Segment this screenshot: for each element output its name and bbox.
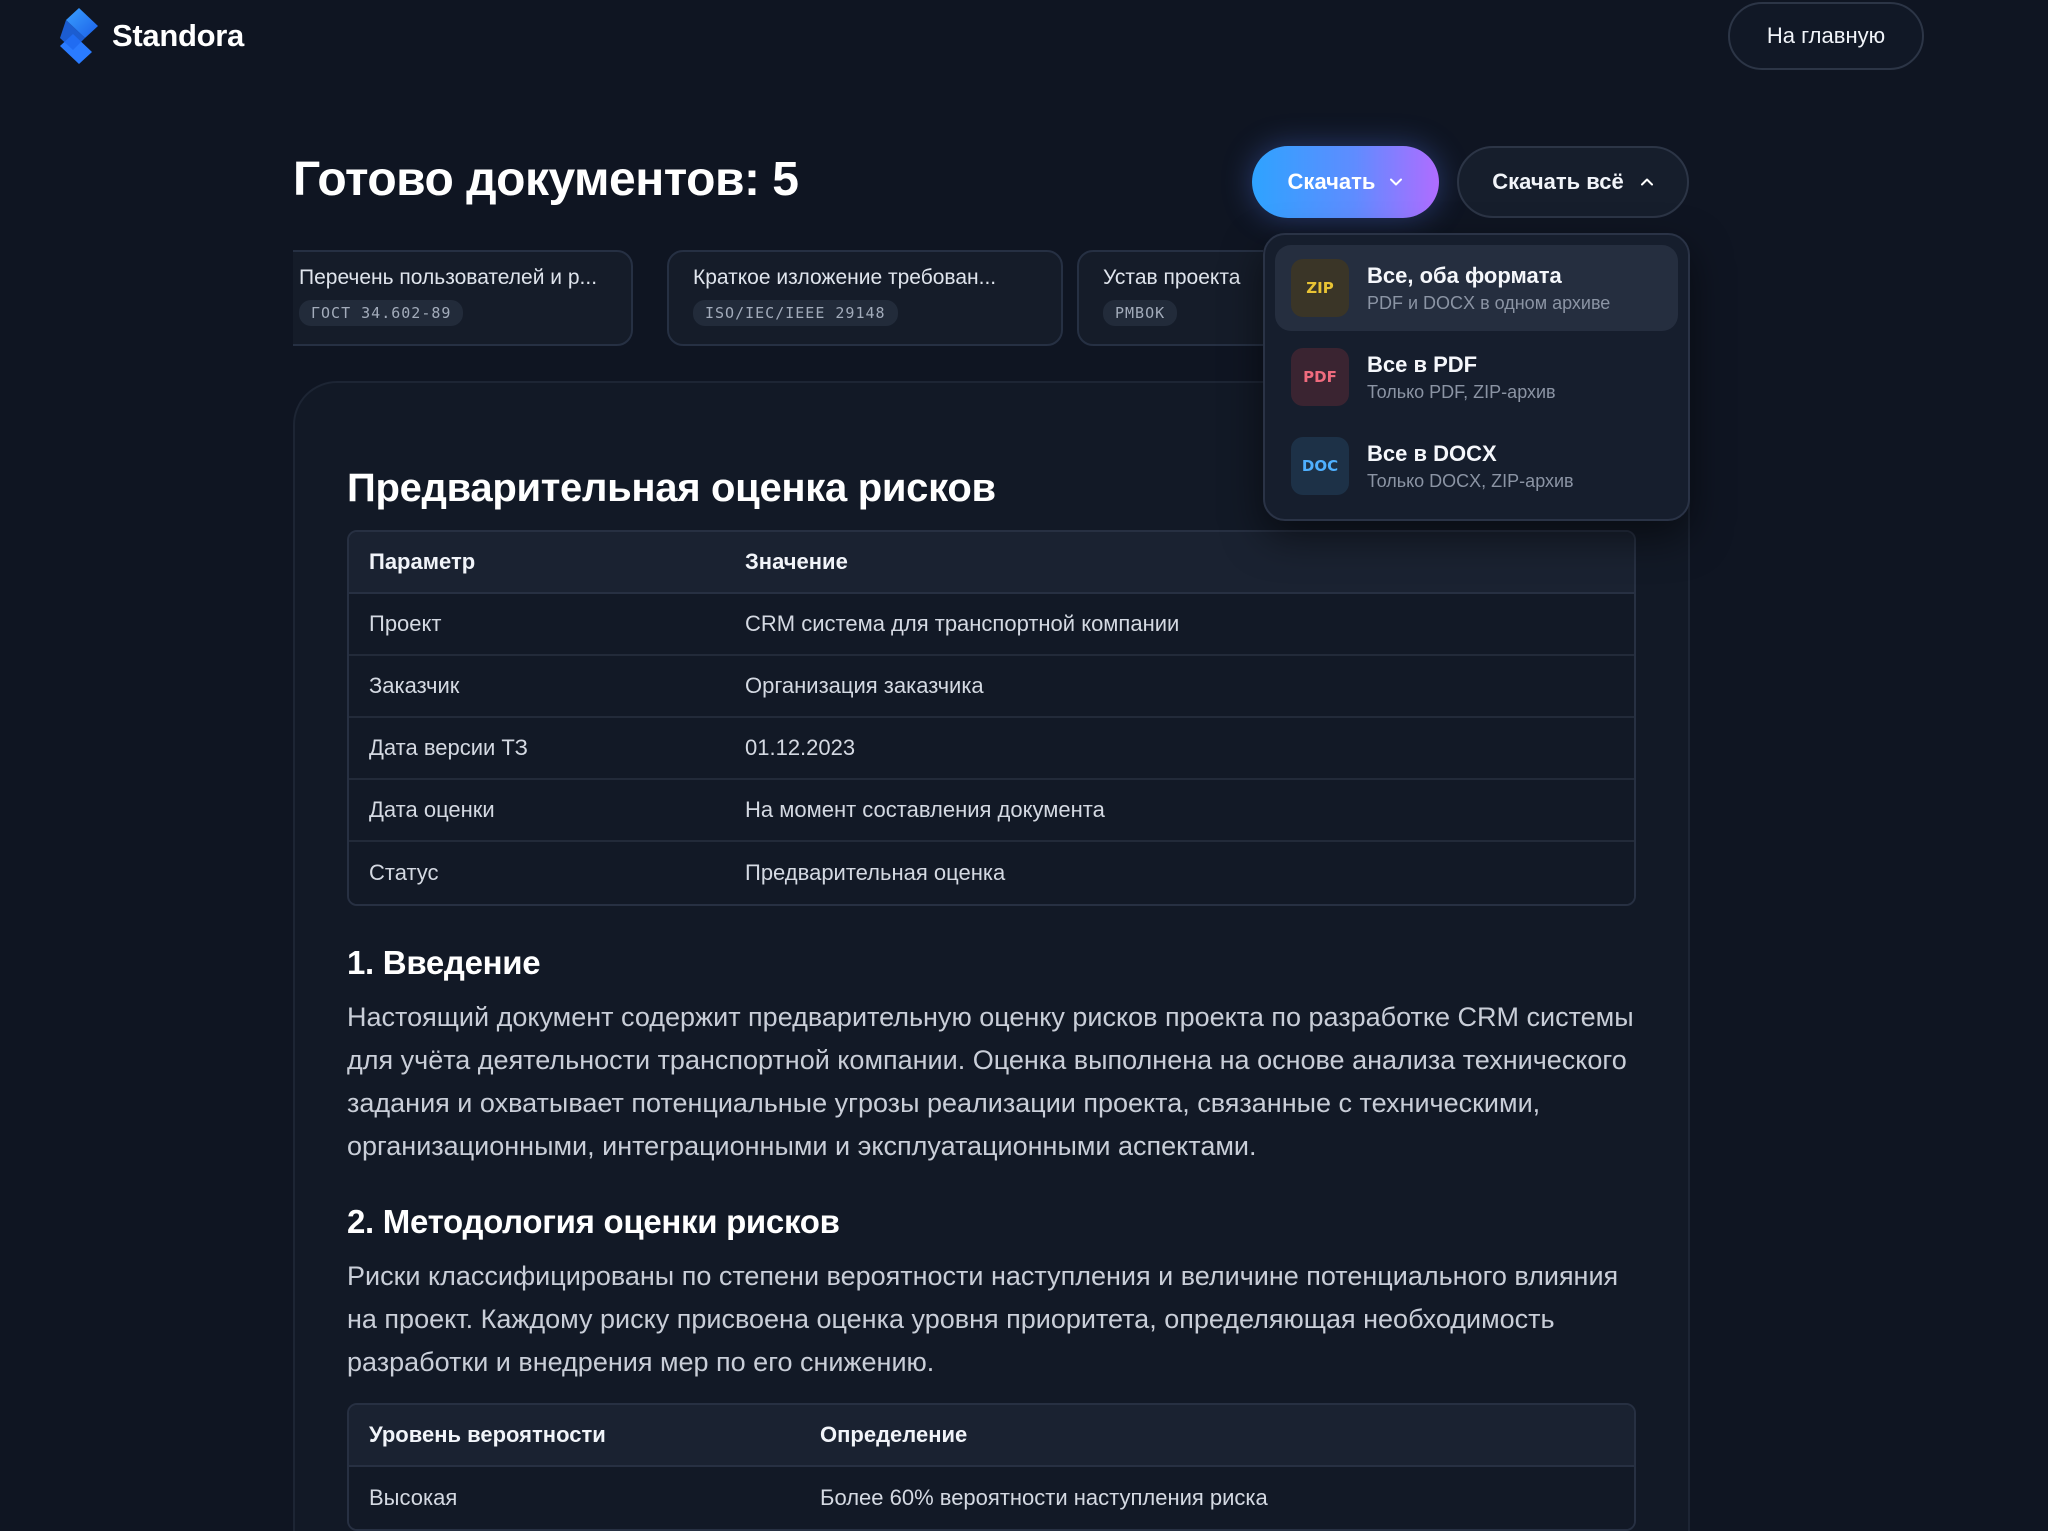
table-cell: Заказчик xyxy=(349,656,725,718)
section-text-intro: Настоящий документ содержит предваритель… xyxy=(347,1002,1634,1161)
table-cell: Дата оценки xyxy=(349,780,725,842)
doc-tab-requirements[interactable]: Краткое изложение требован... ISO/IEC/IE… xyxy=(667,250,1063,346)
pdf-icon: PDF xyxy=(1291,348,1349,406)
doc-tab-badge: ГОСТ 34.602-89 xyxy=(299,300,464,326)
menu-item-all-formats[interactable]: ZIP Все, оба формата PDF и DOCX в одном … xyxy=(1275,245,1678,331)
table-cell: 01.12.2023 xyxy=(725,718,1634,780)
section-heading-methodology: 2. Методология оценки рисков xyxy=(347,1203,840,1240)
home-button[interactable]: На главную xyxy=(1728,2,1924,70)
download-button[interactable]: Скачать xyxy=(1252,146,1439,218)
chevron-down-icon xyxy=(1390,178,1403,186)
menu-item-title: Все в PDF xyxy=(1367,351,1478,377)
table-row: Статус Предварительная оценка xyxy=(349,842,1634,904)
table-cell: Высокая xyxy=(349,1467,800,1529)
download-all-menu: ZIP Все, оба формата PDF и DOCX в одном … xyxy=(1263,233,1690,521)
doc-tab-badge: ISO/IEC/IEEE 29148 xyxy=(693,300,898,326)
section-text-methodology: Риски классифицированы по степени вероят… xyxy=(347,1261,1619,1377)
brand-logo[interactable]: Standora xyxy=(58,8,244,64)
logo-icon xyxy=(60,8,98,64)
table-cell: CRM система для транспортной компании xyxy=(725,594,1634,656)
top-bar: Standora На главную xyxy=(0,0,2048,80)
section-heading-intro: 1. Введение xyxy=(347,944,541,981)
table-row: Заказчик Организация заказчика xyxy=(349,656,1634,718)
column-header: Уровень вероятности xyxy=(349,1405,800,1467)
table-row: Дата оценки На момент составления докуме… xyxy=(349,780,1634,842)
table-row: Высокая Более 60% вероятности наступлени… xyxy=(349,1467,1634,1529)
chevron-up-icon xyxy=(1640,178,1653,186)
brand-name: Standora xyxy=(112,18,244,53)
menu-item-title: Все в DOCX xyxy=(1367,440,1497,466)
doc-tab-title: Перечень пользователей и р... xyxy=(299,266,598,289)
doc-icon: DOC xyxy=(1291,437,1349,495)
table-row: Дата версии ТЗ 01.12.2023 xyxy=(349,718,1634,780)
menu-item-all-pdf[interactable]: PDF Все в PDF Только PDF, ZIP-архив xyxy=(1275,334,1678,420)
menu-item-subtitle: PDF и DOCX в одном архиве xyxy=(1367,292,1611,313)
menu-item-subtitle: Только PDF, ZIP-архив xyxy=(1367,381,1556,402)
document-title: Предварительная оценка рисков xyxy=(347,466,996,510)
doc-tab-title: Устав проекта xyxy=(1103,266,1241,289)
probability-table: Уровень вероятности Определение Высокая … xyxy=(347,1403,1636,1531)
download-button-label: Скачать xyxy=(1287,169,1376,194)
doc-tab-users[interactable]: Перечень пользователей и р... ГОСТ 34.60… xyxy=(293,250,633,346)
zip-icon: ZIP xyxy=(1291,259,1349,317)
download-all-button[interactable]: Скачать всё xyxy=(1457,146,1689,218)
doc-tab-badge: PMBOK xyxy=(1103,300,1178,326)
table-cell: На момент составления документа xyxy=(725,780,1634,842)
document-tabs: Перечень пользователей и р... ГОСТ 34.60… xyxy=(293,250,1263,348)
menu-item-all-docx[interactable]: DOC Все в DOCX Только DOCX, ZIP-архив xyxy=(1275,423,1678,509)
table-header-row: Уровень вероятности Определение xyxy=(349,1405,1634,1467)
page-title: Готово документов: 5 xyxy=(293,153,799,206)
menu-item-subtitle: Только DOCX, ZIP-архив xyxy=(1367,470,1574,491)
table-header-row: Параметр Значение xyxy=(349,532,1634,594)
doc-tab-charter[interactable]: Устав проекта PMBOK xyxy=(1077,250,1263,346)
table-cell: Более 60% вероятности наступления риска xyxy=(800,1467,1634,1529)
table-cell: Организация заказчика xyxy=(725,656,1634,718)
doc-tab-title: Краткое изложение требован... xyxy=(693,266,997,289)
column-header: Значение xyxy=(725,532,1634,594)
column-header: Параметр xyxy=(349,532,725,594)
menu-item-title: Все, оба формата xyxy=(1367,262,1562,288)
download-all-button-label: Скачать всё xyxy=(1492,169,1624,194)
table-cell: Дата версии ТЗ xyxy=(349,718,725,780)
column-header: Определение xyxy=(800,1405,1634,1467)
table-cell: Статус xyxy=(349,842,725,904)
table-cell: Предварительная оценка xyxy=(725,842,1634,904)
table-cell: Проект xyxy=(349,594,725,656)
table-row: Проект CRM система для транспортной комп… xyxy=(349,594,1634,656)
summary-table: Параметр Значение Проект CRM система для… xyxy=(347,530,1636,906)
